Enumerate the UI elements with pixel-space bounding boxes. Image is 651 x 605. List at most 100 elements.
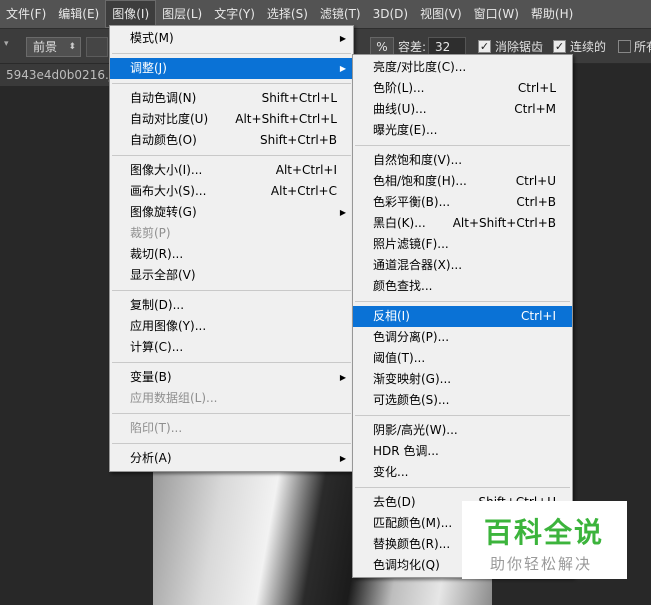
menu-item: 应用数据组(L)...: [110, 388, 353, 409]
menubar-item-0[interactable]: 文件(F): [0, 0, 52, 28]
menu-item-label: 亮度/对比度(C)...: [373, 60, 467, 74]
menubar-item-7[interactable]: 3D(D): [367, 0, 414, 28]
contiguous-checkbox[interactable]: ✓: [553, 40, 566, 53]
menu-separator: [112, 443, 351, 444]
menu-item[interactable]: 自动对比度(U) Alt+Shift+Ctrl+L: [110, 109, 353, 130]
menu-item-shortcut: Ctrl+B: [516, 195, 556, 209]
menu-item-shortcut: Alt+Shift+Ctrl+L: [235, 112, 337, 126]
watermark-title: 百科全说: [484, 516, 605, 549]
menu-item[interactable]: 可选颜色(S)...: [353, 390, 572, 411]
menu-separator: [355, 415, 570, 416]
menu-item-shortcut: Alt+Ctrl+C: [270, 184, 337, 198]
menu-item-label: 应用数据组(L)...: [130, 391, 218, 405]
menu-item-label: 陷印(T)...: [130, 421, 183, 435]
menu-item[interactable]: 模式(M) ▶: [110, 28, 353, 49]
submenu-arrow-icon: ▶: [339, 208, 346, 217]
menu-item-label: 照片滤镜(F)...: [373, 237, 449, 251]
menu-item[interactable]: 图像大小(I)... Alt+Ctrl+I: [110, 160, 353, 181]
menu-item-label: 复制(D)...: [130, 298, 185, 312]
menu-item: 陷印(T)...: [110, 418, 353, 439]
menubar-item-4[interactable]: 文字(Y): [208, 0, 261, 28]
menu-item-label: 去色(D): [373, 495, 416, 509]
menu-item[interactable]: 自动色调(N) Shift+Ctrl+L: [110, 88, 353, 109]
menu-item-label: 渐变映射(G)...: [373, 372, 452, 386]
menu-item-shortcut: Ctrl+I: [521, 309, 556, 323]
menu-item[interactable]: 自动颜色(O) Shift+Ctrl+B: [110, 130, 353, 151]
menu-item[interactable]: 色相/饱和度(H)... Ctrl+U: [353, 171, 572, 192]
menu-item[interactable]: HDR 色调...: [353, 441, 572, 462]
menu-item-label: 色相/饱和度(H)...: [373, 174, 467, 188]
menu-item-label: 图像大小(I)...: [130, 163, 203, 177]
menu-item[interactable]: 阴影/高光(W)...: [353, 420, 572, 441]
menu-item[interactable]: 分析(A) ▶: [110, 448, 353, 469]
menu-item-shortcut: Alt+Ctrl+I: [275, 163, 337, 177]
menubar-item-8[interactable]: 视图(V): [414, 0, 468, 28]
menu-separator: [112, 53, 351, 54]
menu-item[interactable]: 图像旋转(G) ▶: [110, 202, 353, 223]
menu-item[interactable]: 色彩平衡(B)... Ctrl+B: [353, 192, 572, 213]
menu-item[interactable]: 画布大小(S)... Alt+Ctrl+C: [110, 181, 353, 202]
document-tab[interactable]: 5943e4d0b0216.jpg: [0, 64, 110, 86]
menu-item-label: 通道混合器(X)...: [373, 258, 463, 272]
pattern-field[interactable]: [86, 37, 108, 57]
submenu-arrow-icon: ▶: [339, 64, 346, 73]
fill-source-select[interactable]: 前景 ⬍: [26, 37, 81, 57]
menu-item[interactable]: 裁切(R)...: [110, 244, 353, 265]
menu-item[interactable]: 应用图像(Y)...: [110, 316, 353, 337]
menubar-item-5[interactable]: 选择(S): [261, 0, 314, 28]
menu-item: 裁剪(P): [110, 223, 353, 244]
contiguous-label: 连续的: [570, 40, 607, 54]
menu-item-label: 色调分离(P)...: [373, 330, 450, 344]
menu-item[interactable]: 计算(C)...: [110, 337, 353, 358]
watermark-logo: 百科全说 助你轻松解决: [462, 501, 627, 579]
menu-item-label: 色阶(L)...: [373, 81, 425, 95]
menu-item[interactable]: 色调分离(P)...: [353, 327, 572, 348]
menu-item-label: 变量(B): [130, 370, 172, 384]
menu-item-label: 模式(M): [130, 31, 174, 45]
adjust-submenu: 亮度/对比度(C)... 色阶(L)... Ctrl+L 曲线(U)... Ctrl+M…: [352, 54, 573, 578]
menubar-item-2[interactable]: 图像(I): [105, 0, 157, 28]
menubar-item-3[interactable]: 图层(L): [156, 0, 208, 28]
menu-separator: [355, 301, 570, 302]
menu-item-label: 计算(C)...: [130, 340, 184, 354]
updown-arrows-icon: ⬍: [68, 42, 76, 52]
menu-item-label: 画布大小(S)...: [130, 184, 207, 198]
menubar-item-6[interactable]: 滤镜(T): [314, 0, 367, 28]
menu-item[interactable]: 显示全部(V): [110, 265, 353, 286]
menu-item-label: 色调均化(Q): [373, 558, 440, 572]
tool-preset-arrow-icon[interactable]: ▾: [4, 39, 14, 55]
menubar-item-1[interactable]: 编辑(E): [52, 0, 105, 28]
menu-item[interactable]: 通道混合器(X)...: [353, 255, 572, 276]
menu-item[interactable]: 调整(J) ▶: [110, 58, 353, 79]
submenu-arrow-icon: ▶: [339, 454, 346, 463]
menu-item[interactable]: 阈值(T)...: [353, 348, 572, 369]
menu-item-shortcut: Alt+Shift+Ctrl+B: [452, 216, 556, 230]
menu-item[interactable]: 变量(B) ▶: [110, 367, 353, 388]
anti-alias-checkbox[interactable]: ✓: [478, 40, 491, 53]
menu-item-label: 颜色查找...: [373, 279, 433, 293]
menu-item[interactable]: 曲线(U)... Ctrl+M: [353, 99, 572, 120]
menu-separator: [112, 362, 351, 363]
menu-item[interactable]: 自然饱和度(V)...: [353, 150, 572, 171]
menu-item[interactable]: 变化...: [353, 462, 572, 483]
menu-item-label: 调整(J): [130, 61, 167, 75]
menu-separator: [112, 413, 351, 414]
menu-item-label: 自动对比度(U): [130, 112, 209, 126]
menu-item[interactable]: 色阶(L)... Ctrl+L: [353, 78, 572, 99]
menu-item[interactable]: 复制(D)...: [110, 295, 353, 316]
menubar-item-10[interactable]: 帮助(H): [525, 0, 579, 28]
menu-item[interactable]: 曝光度(E)...: [353, 120, 572, 141]
menu-item-label: 色彩平衡(B)...: [373, 195, 451, 209]
all-layers-checkbox[interactable]: [618, 40, 631, 53]
menu-item-label: 图像旋转(G): [130, 205, 197, 219]
menu-item[interactable]: 反相(I) Ctrl+I: [353, 306, 572, 327]
menu-item[interactable]: 照片滤镜(F)...: [353, 234, 572, 255]
menu-item[interactable]: 黑白(K)... Alt+Shift+Ctrl+B: [353, 213, 572, 234]
menu-item-label: 自动颜色(O): [130, 133, 197, 147]
menu-item[interactable]: 渐变映射(G)...: [353, 369, 572, 390]
menubar-item-9[interactable]: 窗口(W): [468, 0, 525, 28]
menu-item[interactable]: 亮度/对比度(C)...: [353, 57, 572, 78]
menu-item-shortcut: Ctrl+U: [515, 174, 556, 188]
menu-item-shortcut: Ctrl+L: [517, 81, 556, 95]
menu-item[interactable]: 颜色查找...: [353, 276, 572, 297]
